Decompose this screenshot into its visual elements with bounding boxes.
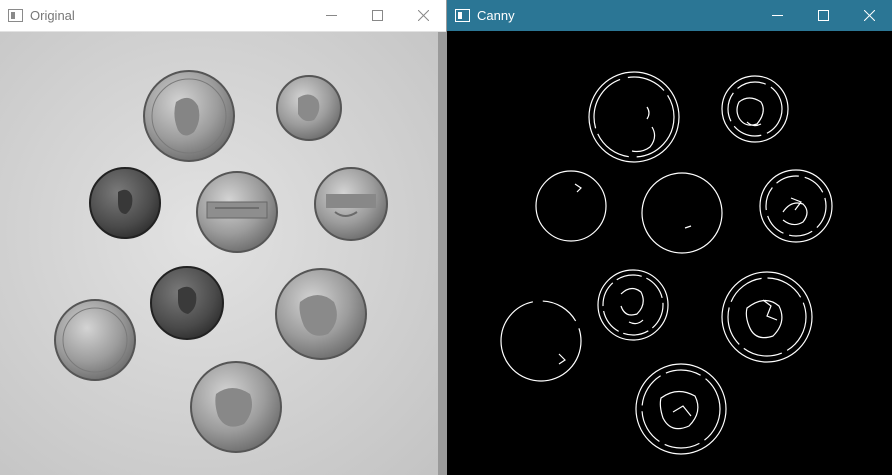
- edge-coin-lower-left: [500, 300, 582, 382]
- edge-coin-top-left: [588, 71, 680, 163]
- canny-window: Canny: [447, 0, 892, 475]
- edge-coin-lower-right: [721, 271, 813, 363]
- coin-nickel-center: [196, 171, 278, 253]
- original-titlebar[interactable]: Original: [0, 0, 446, 32]
- maximize-button[interactable]: [800, 0, 846, 31]
- canny-titlebar[interactable]: Canny: [447, 0, 892, 31]
- minimize-button[interactable]: [754, 0, 800, 31]
- minimize-icon: [325, 15, 337, 16]
- minimize-button[interactable]: [308, 0, 354, 31]
- photo-right-edge: [438, 32, 446, 475]
- window-icon: [8, 9, 23, 22]
- close-icon: [417, 10, 429, 21]
- edge-coin-mid-right: [759, 169, 833, 243]
- maximize-icon: [817, 10, 829, 21]
- canny-image-area: [447, 32, 892, 475]
- coin-quarter-bottom: [190, 361, 282, 453]
- close-button[interactable]: [400, 0, 446, 31]
- edge-coin-mid-center: [641, 172, 723, 254]
- coin-nickel-left: [54, 299, 136, 381]
- coin-penny-left: [89, 167, 161, 239]
- coin-quarter-right: [275, 268, 367, 360]
- close-icon: [863, 10, 875, 21]
- coin-quarter-top: [143, 70, 235, 162]
- coin-dime-top: [276, 75, 342, 141]
- minimize-icon: [771, 15, 783, 16]
- edge-coin-top-right: [721, 75, 789, 143]
- coins-photo: [0, 32, 446, 475]
- coin-penny-center: [150, 266, 224, 340]
- original-window-title: Original: [30, 8, 75, 23]
- close-button[interactable]: [846, 0, 892, 31]
- maximize-icon: [371, 10, 383, 21]
- maximize-button[interactable]: [354, 0, 400, 31]
- window-icon: [455, 9, 470, 22]
- original-image-area: [0, 32, 446, 475]
- coin-nickel-right: [314, 167, 388, 241]
- original-window: Original: [0, 0, 446, 475]
- canny-window-title: Canny: [477, 8, 515, 23]
- edge-coin-lower-center: [597, 269, 669, 341]
- edge-coin-mid-left: [535, 170, 607, 242]
- edge-coin-bottom: [635, 363, 727, 455]
- canny-edge-image: [500, 71, 833, 455]
